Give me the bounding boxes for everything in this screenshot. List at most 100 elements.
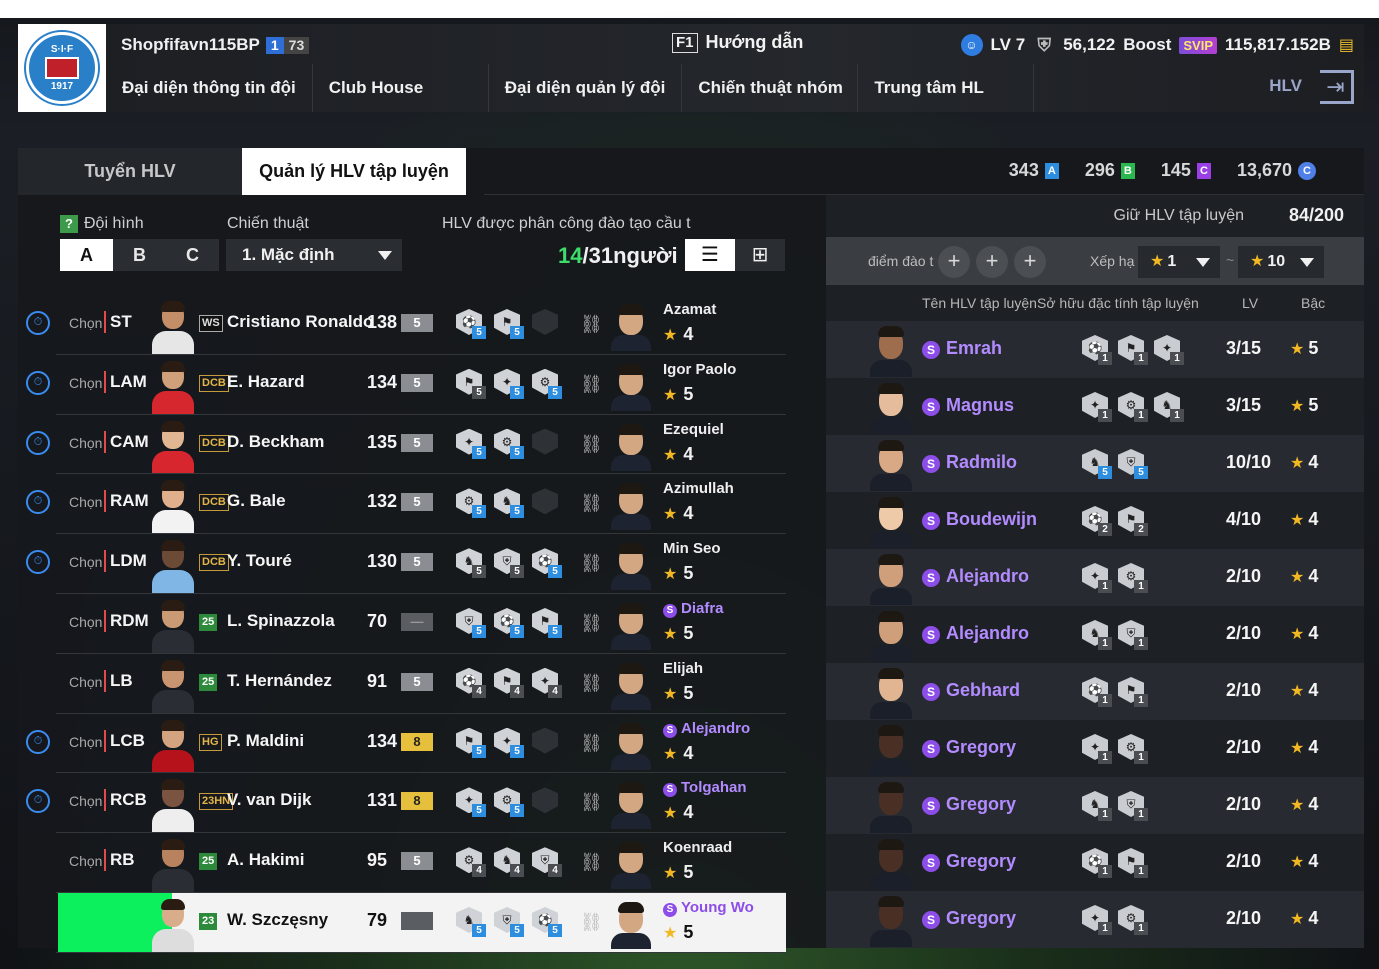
trait-icon[interactable]: ⚙ 5 (530, 367, 562, 399)
select-label[interactable]: Chọn (69, 375, 102, 391)
add-filter-1-icon[interactable]: + (938, 246, 970, 278)
trait-icon[interactable]: ✦ 5 (492, 367, 524, 399)
trait-icon[interactable] (530, 726, 562, 758)
select-label[interactable]: Chọn (69, 614, 102, 630)
tab-recruit-coach[interactable]: Tuyển HLV (18, 148, 242, 195)
add-filter-3-icon[interactable]: + (1014, 246, 1046, 278)
trait-icon[interactable]: ⚽ 5 (454, 307, 486, 339)
coach-name[interactable]: S Diafra (663, 600, 724, 618)
select-label[interactable]: Chọn (69, 674, 102, 690)
squad-c-button[interactable]: C (166, 239, 219, 271)
star-icon: ★ (663, 745, 678, 763)
player-row[interactable]: Chọn LB 25 T. Hernández 91 5 ⚽ 4 ⚑ 4 ✦ 4 ⛓ Elijah ★ 5 (18, 654, 786, 714)
coach-name[interactable]: Koenraad (663, 839, 732, 856)
coach-row[interactable]: S Gregory ✦ 1 ⚙ 1 2/10 ★ 4 (826, 891, 1364, 948)
club-logo[interactable]: S·I·F 1917 (18, 24, 106, 112)
trait-icon[interactable] (530, 427, 562, 459)
coach-name[interactable]: S Tolgahan (663, 779, 747, 798)
help-icon[interactable]: ? (60, 215, 78, 233)
add-filter-2-icon[interactable]: + (976, 246, 1008, 278)
player-row[interactable]: ⏱ Chọn LCB HG P. Maldini 134 8 ⚑ 5 ✦ 5 ⛓ S Alejandro ★… (18, 714, 786, 774)
pitch-view-icon[interactable]: ⊞ (735, 239, 785, 271)
coach-row[interactable]: S Alejandro ♞ 1 ⛨ 1 2/10 ★ 4 (826, 606, 1364, 663)
guide-button[interactable]: F1 Hướng dẫn (672, 32, 803, 53)
player-row[interactable]: ⏱ Chọn RAM DCB G. Bale 132 5 ⚙ 5 ♞ 5 ⛓ Azimullah ★ 4 (18, 474, 786, 535)
trait-icon[interactable]: ✦ 5 (454, 785, 486, 818)
trait-icon[interactable]: ⚑ 5 (530, 606, 562, 638)
nav-team-management[interactable]: Đại diện quản lý đội (489, 64, 683, 112)
coach-name[interactable]: Igor Paolo (663, 361, 736, 378)
trait-icon[interactable]: ⚙ 5 (492, 785, 524, 818)
player-row[interactable]: ⏱ Chọn RCB 23HN V. van Dijk 131 8 ✦ 5 ⚙ 5 ⛓ S Tolgaha… (18, 773, 786, 834)
nav-club-house[interactable]: Club House (313, 64, 489, 112)
player-row[interactable]: ⏱ Chọn CAM DCB D. Beckham 135 5 ✦ 5 ⚙ 5 ⛓ Ezequiel ★ 4 (18, 415, 786, 475)
trait-icon[interactable]: ⛨ 5 (454, 606, 486, 638)
trait-icon[interactable]: ♞ 5 (454, 905, 486, 937)
coach-row[interactable]: S Gebhard ⚽ 1 ⚑ 1 2/10 ★ 4 (826, 663, 1364, 720)
coach-row[interactable]: S Gregory ♞ 1 ⛨ 1 2/10 ★ 4 (826, 777, 1364, 834)
player-row[interactable]: Chọn RDM 25 L. Spinazzola 70 — ⛨ 5 ⚽ 5 ⚑ 5 ⛓ S Diafra ★… (18, 594, 786, 654)
nav-group-tactics[interactable]: Chiến thuật nhóm (682, 64, 859, 112)
select-label[interactable]: Chọn (69, 734, 102, 750)
trait-icon[interactable]: ⚽ 5 (530, 905, 562, 937)
trait-icon[interactable]: ⚽ 5 (530, 546, 562, 579)
trait-icon[interactable] (530, 307, 562, 339)
trait-icon[interactable]: ⚽ 4 (454, 666, 486, 698)
coach-name[interactable]: Azamat (663, 301, 716, 318)
trait-icon[interactable]: ⛨ 5 (492, 905, 524, 937)
trait-icon[interactable]: ♞ 4 (492, 845, 524, 878)
trait-icon[interactable]: ⚑ 5 (454, 367, 486, 399)
player-row[interactable]: Chọn RB 25 A. Hakimi 95 5 ⚙ 4 ♞ 4 ⛨ 4 ⛓ Koenraad ★ 5 (18, 833, 786, 893)
trait-icon[interactable]: ♞ 5 (492, 486, 524, 519)
coach-row[interactable]: S Gregory ⚽ 1 ⚑ 1 2/10 ★ 4 (826, 834, 1364, 891)
trait-icon[interactable]: ♞ 5 (454, 546, 486, 579)
trait-icon[interactable]: ⚙ 5 (492, 427, 524, 459)
trait-icon[interactable]: ⚽ 5 (492, 606, 524, 638)
nav-training-center[interactable]: Trung tâm HL (858, 64, 1035, 112)
player-row[interactable]: ⏱ Chọn LAM DCB E. Hazard 134 5 ⚑ 5 ✦ 5 ⚙ 5 ⛓ Igor Paol… (18, 355, 786, 415)
player-row[interactable]: ⏱ Chọn ST WS Cristiano Ronaldo 138 5 ⚽ 5 ⚑ 5 ⛓ Azama… (18, 295, 786, 355)
trait-icon[interactable]: ✦ 4 (530, 666, 562, 698)
rank-from-dropdown[interactable]: ★ 1 (1138, 246, 1220, 278)
select-label[interactable]: Chọn (69, 793, 102, 809)
upgrade-level: 5 (401, 493, 433, 512)
trait-icon[interactable]: ⚑ 5 (492, 307, 524, 339)
coach-name[interactable]: S Young Wo (663, 899, 754, 917)
select-label[interactable]: Chọn (69, 494, 102, 510)
coach-row[interactable]: S Magnus ✦ 1 ⚙ 1 ♞ 1 3/15 ★ 5 (826, 378, 1364, 435)
coach-name[interactable]: Azimullah (663, 480, 734, 497)
trait-icon[interactable]: ⚙ 4 (454, 845, 486, 878)
list-view-icon[interactable]: ☰ (685, 239, 735, 271)
exit-icon[interactable]: ⇥ (1320, 70, 1354, 104)
coach-name[interactable]: Elijah (663, 660, 703, 677)
trait-icon[interactable]: ⛨ 5 (492, 546, 524, 579)
trait-icon[interactable]: ⚙ 5 (454, 486, 486, 519)
rank-to-dropdown[interactable]: ★ 10 (1238, 246, 1324, 278)
trait-icon[interactable]: ✦ 5 (454, 427, 486, 459)
trait-icon[interactable] (530, 785, 562, 817)
player-row[interactable]: ⏱ Chọn LDM DCB Y. Touré 130 5 ♞ 5 ⛨ 5 ⚽ 5 ⛓ Min Seo ★ 5 (18, 534, 786, 594)
coach-row[interactable]: S Gregory ✦ 1 ⚙ 1 2/10 ★ 4 (826, 720, 1364, 777)
squad-b-button[interactable]: B (113, 239, 166, 271)
select-label[interactable]: Chọn (69, 554, 102, 570)
coach-name[interactable]: Min Seo (663, 540, 721, 557)
trait-icon[interactable]: ✦ 5 (492, 726, 524, 758)
coach-row[interactable]: S Boudewijn ⚽ 2 ⚑ 2 4/10 ★ 4 (826, 492, 1364, 549)
select-label[interactable]: Chọn (69, 435, 102, 451)
coach-row[interactable]: S Alejandro ✦ 1 ⚙ 1 2/10 ★ 4 (826, 549, 1364, 606)
coach-row[interactable]: S Emrah ⚽ 1 ⚑ 1 ✦ 1 3/15 ★ 5 (826, 321, 1364, 378)
trait-icon[interactable] (530, 486, 562, 518)
trait-icon[interactable]: ⚑ 4 (492, 666, 524, 698)
coach-name[interactable]: S Alejandro (663, 720, 750, 738)
player-row[interactable]: 23 W. Szczęsny 79 ♞ 5 ⛨ 5 ⚽ 5 ⛓ S Young Wo ★ 5 (18, 893, 786, 953)
tactic-dropdown[interactable]: 1. Mặc định (226, 239, 402, 271)
coach-row[interactable]: S Radmilo ♞ 5 ⛨ 5 10/10 ★ 4 (826, 435, 1364, 492)
trait-icon[interactable]: ⚑ 5 (454, 726, 486, 758)
tab-manage-coach[interactable]: Quản lý HLV tập luyện (242, 148, 466, 195)
select-label[interactable]: Chọn (69, 853, 102, 869)
squad-a-button[interactable]: A (60, 239, 113, 271)
select-label[interactable]: Chọn (69, 315, 102, 331)
coach-name[interactable]: Ezequiel (663, 421, 724, 438)
trait-icon[interactable]: ⛨ 4 (530, 845, 562, 878)
nav-team-info[interactable]: Đại diện thông tin đội (106, 64, 313, 112)
